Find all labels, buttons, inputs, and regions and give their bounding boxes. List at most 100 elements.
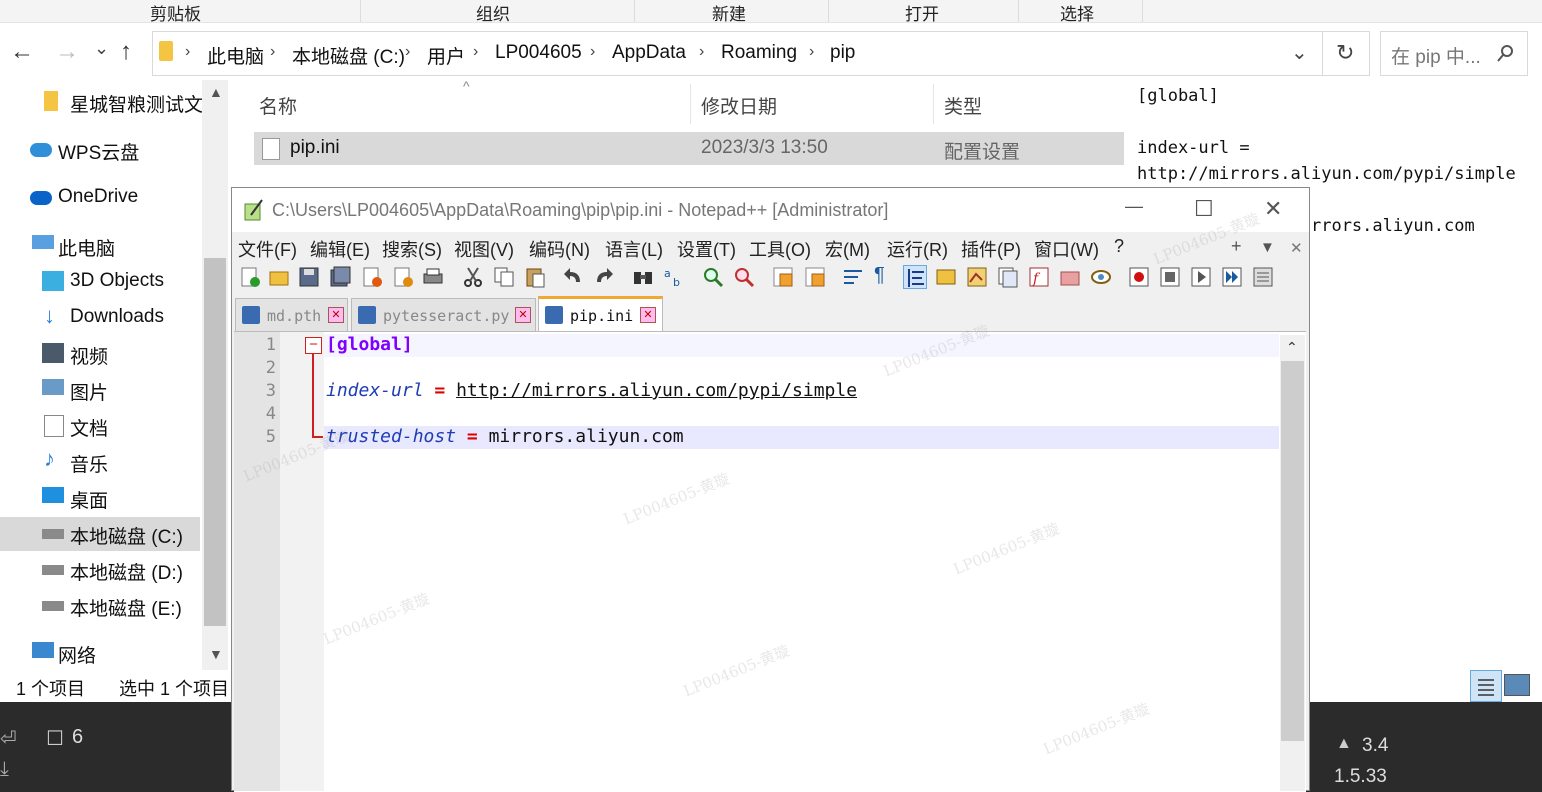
breadcrumb-users[interactable]: 用户 bbox=[427, 42, 465, 69]
sidebar-item-local-disk-e[interactable]: 本地磁盘 (E:) bbox=[0, 589, 200, 623]
close-file-icon[interactable] bbox=[361, 266, 383, 288]
sidebar-item-local-disk-d[interactable]: 本地磁盘 (D:) bbox=[0, 553, 200, 587]
sync-vertical-icon[interactable] bbox=[772, 266, 794, 288]
fold-collapse-icon[interactable]: − bbox=[305, 337, 322, 354]
breadcrumb-user[interactable]: LP004605 bbox=[495, 42, 582, 64]
breadcrumb-appdata[interactable]: AppData bbox=[612, 42, 686, 64]
play-macro-icon[interactable] bbox=[1190, 266, 1212, 288]
refresh-button[interactable]: ↻ bbox=[1322, 31, 1370, 76]
tab-close-icon[interactable]: ✕ bbox=[640, 307, 656, 323]
ribbon-group-select[interactable]: 选择 bbox=[1060, 0, 1094, 25]
indent-guide-icon[interactable] bbox=[903, 265, 927, 289]
doc-map-icon[interactable] bbox=[966, 266, 988, 288]
record-macro-icon[interactable] bbox=[1128, 266, 1150, 288]
large-icons-view-button[interactable] bbox=[1504, 674, 1530, 696]
sidebar-item-local-disk-c[interactable]: 本地磁盘 (C:) bbox=[0, 517, 200, 551]
stop-macro-icon[interactable] bbox=[1159, 266, 1181, 288]
recent-locations-icon[interactable]: ⌄ bbox=[94, 38, 109, 59]
editor-scrollbar[interactable]: ⌃ bbox=[1280, 335, 1305, 791]
column-header-type[interactable]: 类型 bbox=[944, 92, 982, 119]
sidebar-item-onedrive[interactable]: OneDrive bbox=[0, 181, 200, 215]
scroll-up-icon[interactable]: ⌃ bbox=[1286, 339, 1298, 356]
search-input[interactable]: 在 pip 中... bbox=[1391, 42, 1481, 69]
column-header-date[interactable]: 修改日期 bbox=[701, 92, 777, 119]
zoom-in-icon[interactable] bbox=[702, 266, 724, 288]
title-bar[interactable]: C:\Users\LP004605\AppData\Roaming\pip\pi… bbox=[232, 188, 1309, 232]
paste-icon[interactable] bbox=[524, 266, 546, 288]
redo-icon[interactable] bbox=[593, 266, 615, 288]
up-arrow-icon[interactable]: ↑ bbox=[120, 38, 132, 66]
menu-language[interactable]: 语言(L) bbox=[605, 236, 663, 262]
menu-search[interactable]: 搜索(S) bbox=[382, 236, 442, 262]
close-doc-icon[interactable]: ✕ bbox=[1290, 239, 1303, 257]
tab-close-icon[interactable]: ✕ bbox=[515, 307, 531, 323]
sync-horizontal-icon[interactable] bbox=[804, 266, 826, 288]
save-macro-icon[interactable] bbox=[1252, 266, 1274, 288]
ribbon-group-open[interactable]: 打开 bbox=[905, 0, 939, 25]
table-row[interactable]: pip.ini 2023/3/3 13:50 配置设置 bbox=[254, 132, 1124, 165]
menu-macro[interactable]: 宏(M) bbox=[825, 236, 870, 262]
save-icon[interactable] bbox=[298, 266, 320, 288]
scrollbar-thumb[interactable] bbox=[204, 258, 226, 626]
sidebar-item-videos[interactable]: 视频 bbox=[0, 337, 200, 371]
ribbon-group-clipboard[interactable]: 剪贴板 bbox=[150, 0, 201, 25]
menu-settings[interactable]: 设置(T) bbox=[677, 236, 736, 262]
back-arrow-icon[interactable]: ← bbox=[10, 38, 34, 66]
ribbon-group-new[interactable]: 新建 bbox=[712, 0, 746, 25]
replace-icon[interactable]: ab bbox=[663, 266, 685, 288]
menu-file[interactable]: 文件(F) bbox=[238, 236, 297, 262]
function-list-icon[interactable]: f bbox=[1028, 266, 1050, 288]
sidebar-item-documents[interactable]: 文档 bbox=[0, 409, 200, 443]
address-dropdown-icon[interactable]: ⌄ bbox=[1291, 40, 1308, 65]
column-header-name[interactable]: 名称 bbox=[259, 92, 297, 119]
breadcrumb-pip[interactable]: pip bbox=[830, 42, 855, 64]
define-language-icon[interactable] bbox=[935, 266, 957, 288]
new-file-icon[interactable] bbox=[239, 266, 261, 288]
show-all-chars-icon[interactable]: ¶ bbox=[874, 264, 885, 287]
menu-edit[interactable]: 编辑(E) bbox=[310, 236, 370, 262]
breadcrumb-this-pc[interactable]: 此电脑 bbox=[207, 42, 264, 69]
folder-workspace-icon[interactable] bbox=[1059, 266, 1081, 288]
cut-icon[interactable] bbox=[462, 266, 484, 288]
sidebar-item-wps-cloud[interactable]: WPS云盘 bbox=[0, 133, 200, 167]
sidebar-item-downloads[interactable]: ↓ Downloads bbox=[0, 301, 200, 335]
undo-icon[interactable] bbox=[562, 266, 584, 288]
tab-pytesseract-py[interactable]: pytesseract.py ✕ bbox=[351, 298, 536, 332]
print-icon[interactable] bbox=[422, 266, 444, 288]
sidebar-item-this-pc[interactable]: 此电脑 bbox=[0, 229, 200, 263]
tab-md-pth[interactable]: md.pth ✕ bbox=[235, 298, 348, 332]
search-box[interactable]: 在 pip 中... bbox=[1380, 31, 1528, 76]
menu-encoding[interactable]: 编码(N) bbox=[529, 236, 590, 262]
sidebar-item-network[interactable]: 网络 bbox=[0, 636, 200, 670]
ribbon-group-organize[interactable]: 组织 bbox=[476, 0, 510, 25]
address-bar[interactable]: › 此电脑 › 本地磁盘 (C:) › 用户 › LP004605 › AppD… bbox=[152, 31, 1323, 76]
doc-list-icon[interactable] bbox=[997, 266, 1019, 288]
monitoring-icon[interactable] bbox=[1090, 266, 1112, 288]
breadcrumb-roaming[interactable]: Roaming bbox=[721, 42, 797, 64]
sidebar-item-desktop[interactable]: 桌面 bbox=[0, 481, 200, 515]
scrollbar-thumb[interactable] bbox=[1281, 361, 1304, 741]
scroll-down-icon[interactable]: ▼ bbox=[209, 646, 223, 662]
sidebar-item-3d-objects[interactable]: 3D Objects bbox=[0, 265, 200, 299]
tab-pip-ini[interactable]: pip.ini ✕ bbox=[538, 296, 663, 332]
menu-plugins[interactable]: 插件(P) bbox=[961, 236, 1021, 262]
sidebar-item-test-docs[interactable]: 星城智粮测试文档 bbox=[0, 85, 222, 119]
copy-icon[interactable] bbox=[493, 266, 515, 288]
close-icon[interactable]: ✕ bbox=[1264, 196, 1282, 222]
run-macro-multiple-icon[interactable] bbox=[1221, 266, 1243, 288]
minimize-icon[interactable]: — bbox=[1125, 196, 1143, 217]
close-all-icon[interactable] bbox=[392, 266, 414, 288]
menu-tools[interactable]: 工具(O) bbox=[749, 236, 811, 262]
tab-list-icon[interactable]: ▼ bbox=[1260, 239, 1275, 256]
tab-close-icon[interactable]: ✕ bbox=[328, 307, 344, 323]
sidebar-item-music[interactable]: ♪ 音乐 bbox=[0, 445, 200, 479]
menu-help[interactable]: ? bbox=[1114, 236, 1124, 257]
breadcrumb-local-disk-c[interactable]: 本地磁盘 (C:) bbox=[292, 42, 405, 69]
word-wrap-icon[interactable] bbox=[842, 266, 864, 288]
sidebar-item-pictures[interactable]: 图片 bbox=[0, 373, 200, 407]
maximize-icon[interactable]: ☐ bbox=[1194, 196, 1214, 222]
menu-view[interactable]: 视图(V) bbox=[454, 236, 514, 262]
code-url[interactable]: http://mirrors.aliyun.com/pypi/simple bbox=[456, 380, 857, 401]
zoom-out-icon[interactable] bbox=[733, 266, 755, 288]
sidebar-scrollbar[interactable]: ▲ ▼ bbox=[202, 80, 228, 670]
